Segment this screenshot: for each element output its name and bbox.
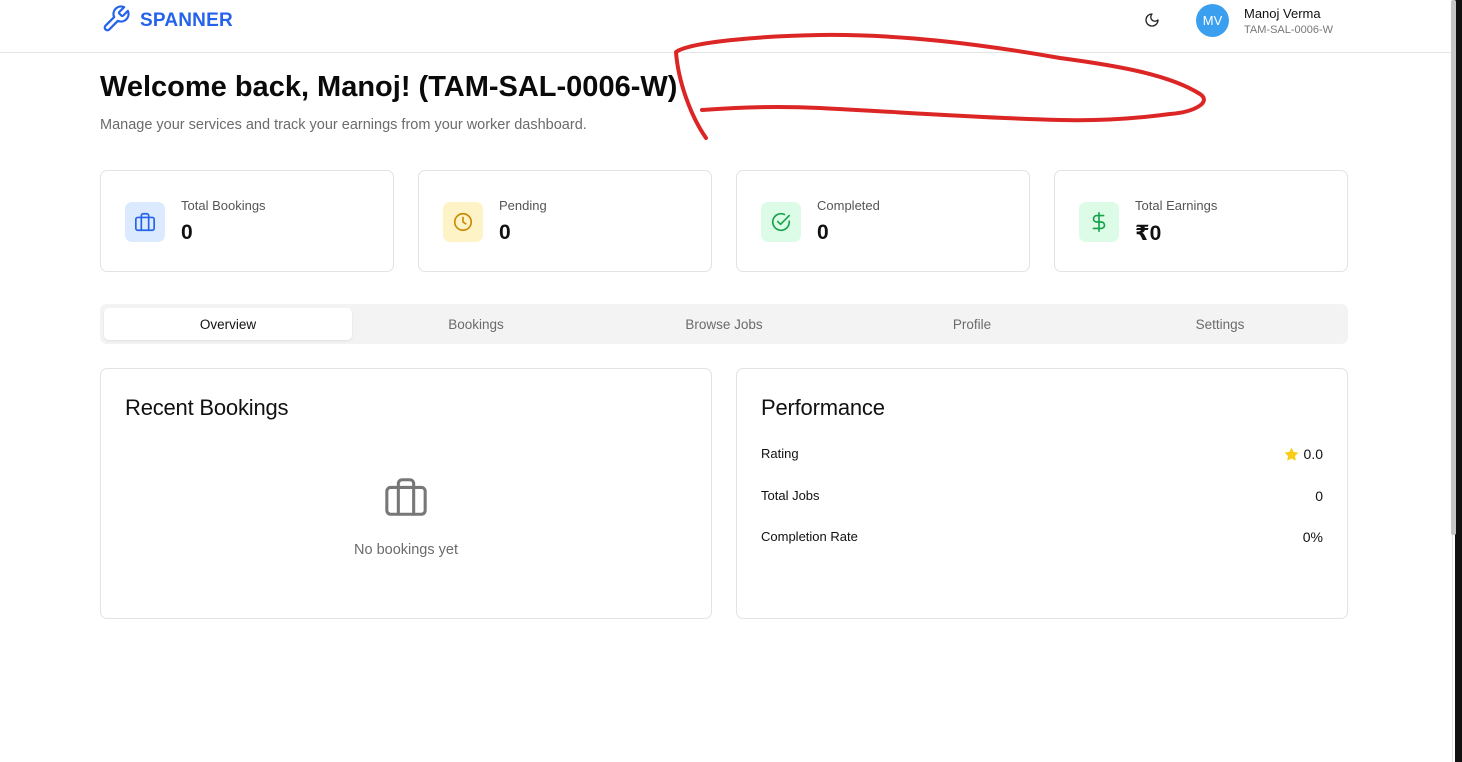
- performance-label: Completion Rate: [761, 529, 858, 544]
- top-navbar: SPANNER MV Manoj Verma TAM-SAL-0006-W: [0, 0, 1452, 53]
- performance-label: Rating: [761, 446, 799, 461]
- page-subtitle: Manage your services and track your earn…: [100, 117, 587, 133]
- performance-row-completion-rate: Completion Rate 0%: [761, 529, 1323, 549]
- stat-label: Total Earnings: [1135, 198, 1218, 213]
- clock-icon: [443, 202, 483, 242]
- avatar[interactable]: MV: [1196, 4, 1229, 37]
- stat-card-total-earnings: Total Earnings ₹0: [1054, 170, 1348, 272]
- user-id: TAM-SAL-0006-W: [1244, 24, 1334, 36]
- performance-value: 0: [1315, 488, 1323, 504]
- brand-name: SPANNER: [140, 10, 233, 31]
- stat-label: Pending: [499, 198, 547, 213]
- empty-state-text: No bookings yet: [354, 542, 458, 558]
- performance-value: 0.0: [1303, 446, 1323, 462]
- scrollbar-thumb[interactable]: [1451, 0, 1456, 535]
- tab-bookings[interactable]: Bookings: [352, 308, 600, 340]
- stat-value: 0: [181, 221, 193, 244]
- wrench-icon: [101, 4, 131, 39]
- briefcase-icon: [383, 474, 429, 525]
- stat-value: 0: [817, 221, 829, 244]
- recent-bookings-title: Recent Bookings: [125, 395, 289, 420]
- tab-bar: Overview Bookings Browse Jobs Profile Se…: [100, 304, 1348, 344]
- briefcase-icon: [125, 202, 165, 242]
- window-edge: [1455, 0, 1462, 762]
- performance-row-total-jobs: Total Jobs 0: [761, 488, 1323, 508]
- performance-value: 0%: [1302, 529, 1323, 545]
- stat-value: 0: [499, 221, 511, 244]
- dollar-icon: [1079, 202, 1119, 242]
- theme-toggle-button[interactable]: [1140, 8, 1164, 32]
- performance-title: Performance: [761, 395, 885, 420]
- stat-card-pending: Pending 0: [418, 170, 712, 272]
- stat-card-total-bookings: Total Bookings 0: [100, 170, 394, 272]
- stat-label: Total Bookings: [181, 198, 266, 213]
- tab-overview[interactable]: Overview: [104, 308, 352, 340]
- page-title: Welcome back, Manoj! (TAM-SAL-0006-W): [100, 71, 678, 103]
- tab-profile[interactable]: Profile: [848, 308, 1096, 340]
- tab-browse-jobs[interactable]: Browse Jobs: [600, 308, 848, 340]
- user-name: Manoj Verma: [1244, 6, 1321, 21]
- star-icon: [1284, 447, 1298, 461]
- performance-label: Total Jobs: [761, 488, 820, 503]
- stat-card-completed: Completed 0: [736, 170, 1030, 272]
- moon-icon: [1145, 13, 1159, 27]
- recent-bookings-card: Recent Bookings No bookings yet: [100, 368, 712, 619]
- stat-label: Completed: [817, 198, 880, 213]
- performance-row-rating: Rating 0.0: [761, 446, 1323, 466]
- check-circle-icon: [761, 202, 801, 242]
- stat-value: ₹0: [1135, 222, 1162, 245]
- page: SPANNER MV Manoj Verma TAM-SAL-0006-W We…: [0, 0, 1462, 762]
- tab-settings[interactable]: Settings: [1096, 308, 1344, 340]
- brand-logo-link[interactable]: SPANNER: [101, 4, 233, 39]
- performance-card: Performance Rating 0.0 Total Jobs 0 Comp…: [736, 368, 1348, 619]
